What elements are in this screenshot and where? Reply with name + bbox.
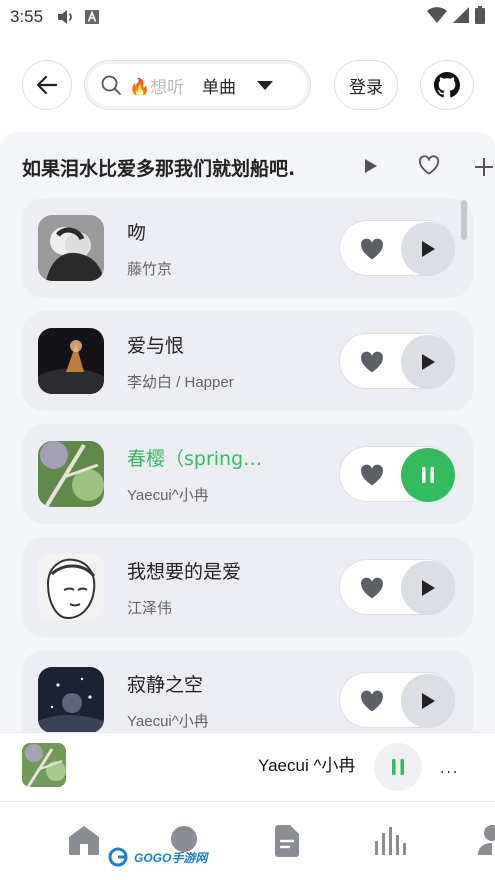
play-button[interactable] [401, 561, 455, 615]
play-icon [420, 240, 436, 258]
play-icon [420, 353, 436, 371]
song-artist: Yaecui^小冉 [127, 713, 209, 730]
bottom-nav [0, 803, 495, 880]
mini-player-track: Yaecui ^小冉 [258, 756, 356, 775]
song-cover[interactable] [38, 441, 104, 507]
song-card[interactable]: 爱与恨 李幼白 / Happer [22, 311, 473, 411]
song-title: 我想要的是爱 [127, 561, 242, 583]
play-icon [420, 692, 436, 710]
song-controls [339, 333, 455, 389]
login-button[interactable]: 登录 [334, 60, 398, 110]
mini-pause-button[interactable] [374, 743, 422, 791]
song-controls [339, 220, 455, 276]
song-title: 爱与恨 [127, 335, 185, 357]
back-arrow-icon [37, 76, 57, 94]
song-card[interactable]: 寂静之空 Yaecui^小冉 [22, 650, 473, 732]
mini-player[interactable]: Yaecui ^小冉 ... [0, 732, 495, 802]
song-artist: 江泽伟 [127, 600, 173, 617]
scrollbar[interactable] [461, 200, 467, 240]
like-heart-icon[interactable] [358, 574, 386, 602]
search-type-label: 单曲 [202, 77, 236, 98]
play-button[interactable] [401, 674, 455, 728]
chevron-down-icon [257, 80, 273, 90]
plus-icon[interactable] [474, 157, 494, 177]
like-heart-icon[interactable] [358, 348, 386, 376]
song-controls [339, 559, 455, 615]
watermark-text: GOGO手游网 [134, 850, 208, 865]
search-box[interactable] [84, 60, 311, 110]
song-artist: 李幼白 / Happer [127, 374, 234, 391]
heart-outline-icon[interactable] [418, 155, 440, 175]
status-bar: 3:55 [0, 0, 495, 34]
like-heart-icon[interactable] [358, 687, 386, 715]
nav-home-icon[interactable] [68, 825, 100, 855]
song-artist: 藤竹京 [127, 261, 173, 278]
play-all-icon[interactable] [364, 158, 378, 174]
playlist-panel: 如果泪水比爱多那我们就划船吧. 吻 藤竹京 爱与恨 李幼白 / Happer 春… [0, 132, 495, 732]
song-card[interactable]: 春樱（spring… Yaecui^小冉 [22, 424, 473, 524]
like-heart-icon[interactable] [358, 235, 386, 263]
song-title: 吻 [127, 222, 147, 244]
play-icon [420, 579, 436, 597]
song-cover[interactable] [38, 554, 104, 620]
nav-profile-icon[interactable] [478, 825, 495, 855]
song-cover[interactable] [38, 215, 104, 281]
volume-icon [57, 9, 75, 25]
github-button[interactable] [420, 60, 474, 110]
watermark-logo-icon [108, 847, 128, 867]
pause-icon [421, 466, 435, 484]
wifi-icon [427, 6, 447, 28]
play-button[interactable] [401, 222, 455, 276]
nav-chart-bars-icon[interactable] [374, 825, 406, 855]
battery-icon [475, 5, 485, 29]
mini-player-cover[interactable] [22, 743, 66, 787]
status-time: 3:55 [10, 7, 44, 26]
top-bar: 单曲 登录 [0, 60, 495, 112]
song-title: 寂静之空 [127, 674, 204, 696]
pause-icon [392, 759, 404, 775]
song-card[interactable]: 吻 藤竹京 [22, 198, 473, 298]
search-input[interactable] [129, 75, 189, 95]
song-controls [339, 672, 455, 728]
watermark: GOGO手游网 [108, 847, 207, 867]
song-title: 春樱（spring… [127, 448, 263, 470]
back-button[interactable] [22, 60, 72, 110]
song-cover[interactable] [38, 328, 104, 394]
song-artist: Yaecui^小冉 [127, 487, 209, 504]
pause-button[interactable] [401, 448, 455, 502]
nav-document-icon[interactable] [273, 825, 301, 857]
search-type-select[interactable]: 单曲 [202, 60, 274, 110]
play-button[interactable] [401, 335, 455, 389]
github-icon [434, 72, 460, 98]
playlist-title: 如果泪水比爱多那我们就划船吧. [22, 157, 296, 180]
playlist-header: 如果泪水比爱多那我们就划船吧. [22, 152, 495, 182]
search-icon [101, 75, 121, 95]
cellular-icon [453, 6, 469, 28]
song-card[interactable]: 我想要的是爱 江泽伟 [22, 537, 473, 637]
song-controls [339, 446, 455, 502]
more-button[interactable]: ... [440, 761, 459, 777]
font-a-icon [85, 10, 100, 24]
like-heart-icon[interactable] [358, 461, 386, 489]
song-cover[interactable] [38, 667, 104, 732]
